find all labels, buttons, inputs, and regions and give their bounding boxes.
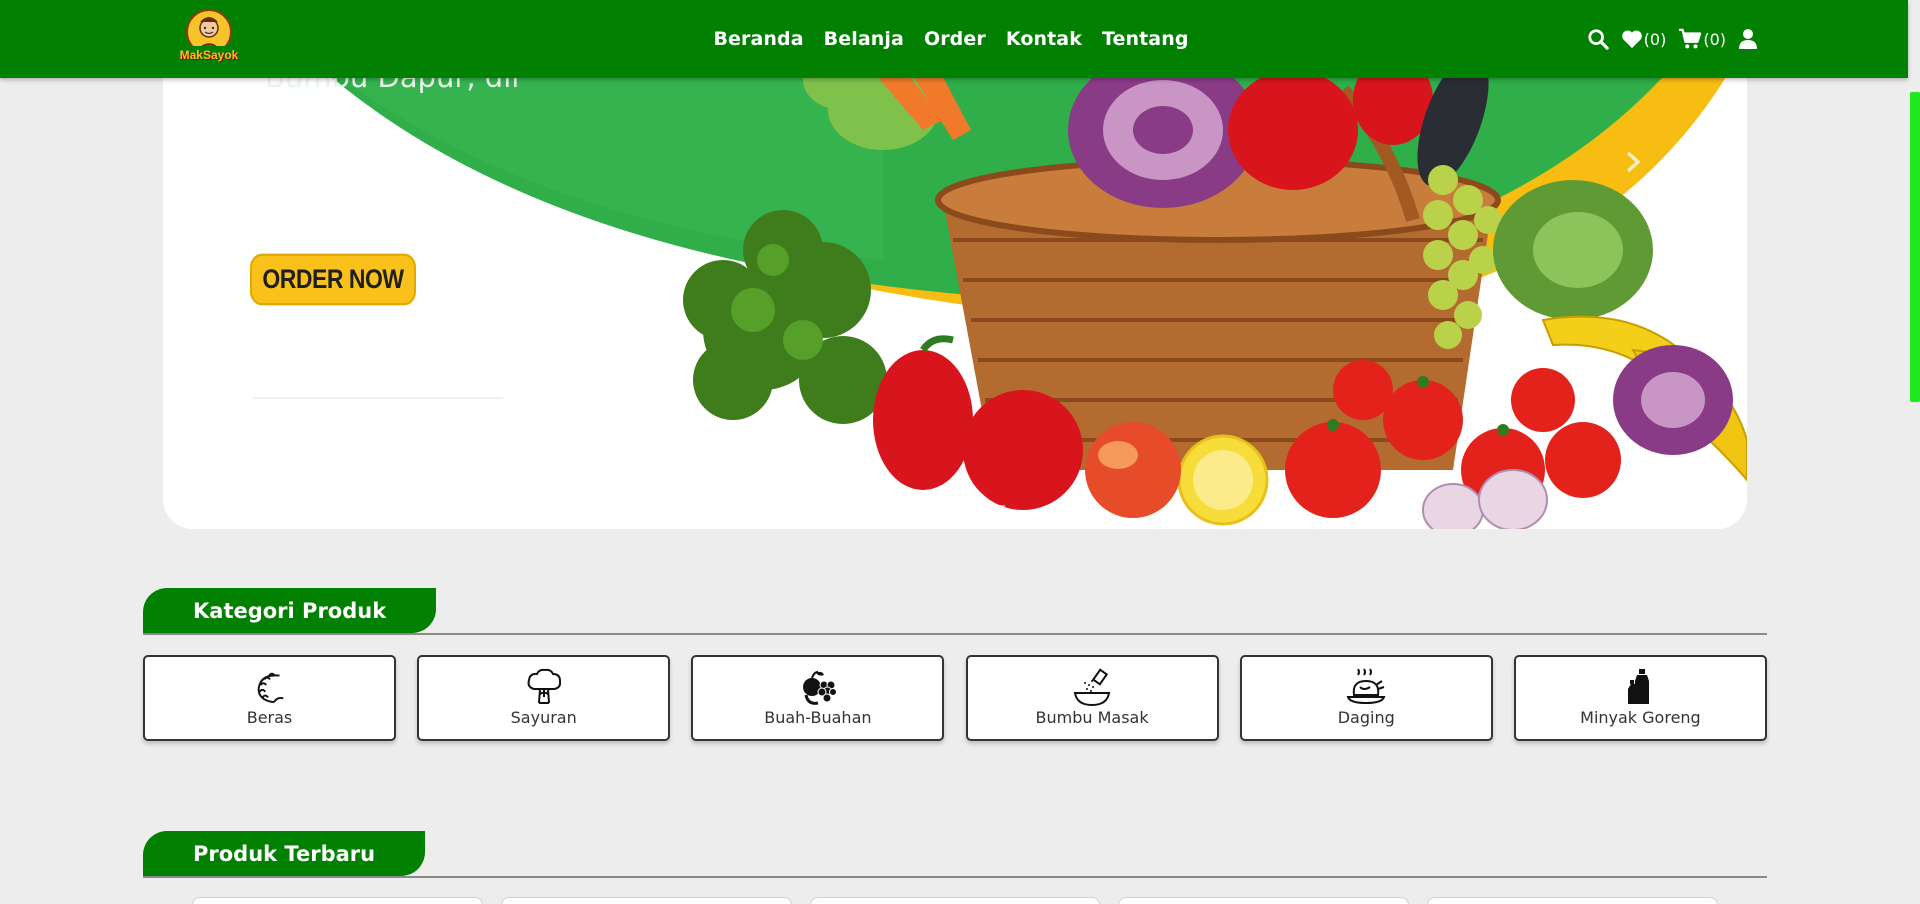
- product-card[interactable]: [500, 897, 792, 904]
- cart-count: (0): [1703, 29, 1726, 49]
- search-button[interactable]: [1587, 28, 1609, 50]
- category-label: Beras: [246, 708, 293, 727]
- category-card-buah-buahan[interactable]: Buah-Buahan: [691, 655, 945, 741]
- category-card-beras[interactable]: Beras: [143, 655, 396, 741]
- carousel-dot-3[interactable]: [975, 505, 1005, 508]
- carousel-indicators: [903, 505, 1005, 508]
- product-card[interactable]: [1118, 897, 1410, 904]
- category-card-daging[interactable]: Daging: [1239, 655, 1493, 741]
- latest-products-section-title: Produk Terbaru: [143, 831, 426, 876]
- rice-icon: [250, 667, 290, 707]
- category-card-bumbu-masak[interactable]: Bumbu Masak: [965, 655, 1219, 741]
- hero-carousel: Bumbu Dapur, dll ORDER NOW: [163, 0, 1747, 529]
- category-label: Bumbu Masak: [1035, 708, 1149, 727]
- category-card-sayuran[interactable]: Sayuran: [417, 655, 671, 741]
- nav-link-kontak[interactable]: Kontak: [1006, 28, 1082, 50]
- meat-icon: [1346, 667, 1386, 707]
- chevron-right-icon: [1626, 151, 1641, 173]
- category-section-title: Kategori Produk: [143, 588, 437, 633]
- category-card-minyak-goreng[interactable]: Minyak Goreng: [1513, 655, 1767, 741]
- product-card[interactable]: [192, 897, 483, 904]
- category-list: Beras Sayuran Buah-Buahan Bumbu Masak Da…: [143, 655, 1767, 741]
- product-card[interactable]: [1427, 897, 1718, 904]
- nav-link-beranda[interactable]: Beranda: [713, 28, 803, 50]
- carousel-dot-2[interactable]: [939, 505, 969, 508]
- search-icon: [1588, 29, 1609, 50]
- top-navbar: MakSayok Beranda Belanja Order Kontak Te…: [0, 0, 1908, 78]
- cart-icon: [1679, 28, 1702, 49]
- broccoli-icon: [524, 667, 564, 707]
- scrollbar-thumb[interactable]: [1910, 92, 1920, 402]
- carousel-dot-1[interactable]: [903, 505, 933, 508]
- category-label: Minyak Goreng: [1580, 708, 1701, 727]
- wishlist-count: (0): [1643, 29, 1667, 49]
- nav-link-tentang[interactable]: Tentang: [1102, 28, 1189, 50]
- category-section-header: Kategori Produk: [143, 588, 1767, 635]
- account-button[interactable]: [1738, 28, 1758, 50]
- cart-button[interactable]: (0): [1678, 28, 1726, 50]
- heart-icon: [1621, 30, 1642, 49]
- oil-bottle-icon: [1620, 667, 1660, 707]
- category-label: Sayuran: [510, 708, 577, 727]
- user-icon: [1739, 29, 1757, 49]
- nav-link-belanja[interactable]: Belanja: [824, 28, 904, 50]
- order-now-button[interactable]: ORDER NOW: [250, 253, 416, 306]
- latest-products-section-header: Produk Terbaru: [143, 831, 1767, 878]
- fruits-icon: [798, 667, 838, 707]
- carousel-next-button[interactable]: [1618, 147, 1648, 177]
- category-label: Buah-Buahan: [764, 708, 872, 727]
- product-card[interactable]: [809, 897, 1101, 904]
- seasoning-icon: [1072, 667, 1112, 707]
- page-scrollbar[interactable]: [1908, 0, 1920, 904]
- latest-products-list: [192, 897, 1718, 904]
- nav-link-order[interactable]: Order: [924, 28, 986, 50]
- nav-icons: (0) (0): [1587, 24, 1758, 54]
- category-label: Daging: [1337, 708, 1395, 727]
- wishlist-button[interactable]: (0): [1621, 29, 1667, 49]
